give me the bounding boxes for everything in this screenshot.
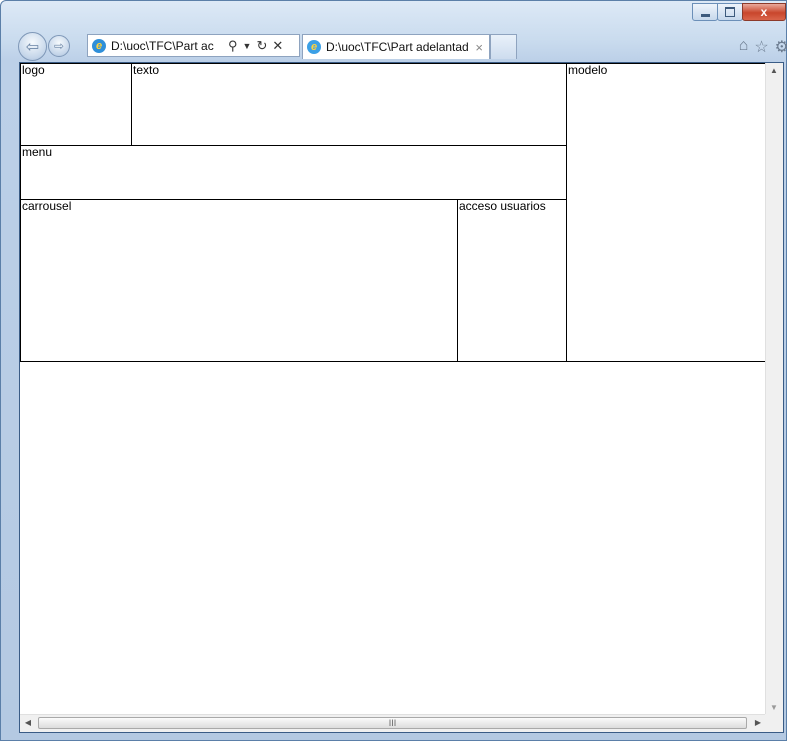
tab-active[interactable]: e D:\uoc\TFC\Part adelantad... × xyxy=(302,34,490,59)
tools-icon[interactable]: ⚙ xyxy=(775,37,787,57)
minimize-button[interactable] xyxy=(692,3,718,21)
home-icon[interactable]: ⌂ xyxy=(739,37,749,57)
modelo-label: modelo xyxy=(568,63,608,77)
scroll-down-icon[interactable]: ▼ xyxy=(766,703,782,712)
scroll-left-icon[interactable]: ◀ xyxy=(20,718,36,727)
page-content: logo texto menu carrousel acceso usuario… xyxy=(20,63,766,715)
scroll-grip: III xyxy=(388,718,397,728)
tab-close-icon[interactable]: × xyxy=(475,40,483,55)
toolbar-icons: ⌂ ☆ ⚙ xyxy=(733,37,787,57)
forward-button[interactable]: ⇨ xyxy=(48,35,70,57)
carrousel-box: carrousel xyxy=(20,199,458,362)
address-bar[interactable]: e D:\uoc\TFC\Part ac ⚲ ▼ ↻ ✕ xyxy=(87,34,300,57)
search-icon[interactable]: ⚲ xyxy=(228,38,238,54)
tab-title: D:\uoc\TFC\Part adelantad... xyxy=(326,40,470,54)
page-viewport: logo texto menu carrousel acceso usuario… xyxy=(19,62,784,733)
favorites-icon[interactable]: ☆ xyxy=(754,37,768,57)
browser-window: x ⇦ ⇨ e D:\uoc\TFC\Part ac ⚲ ▼ ↻ ✕ e D:\… xyxy=(0,0,787,741)
navigation-bar: ⇦ ⇨ e D:\uoc\TFC\Part ac ⚲ ▼ ↻ ✕ e D:\uo… xyxy=(18,31,787,61)
acceso-usuarios-label: acceso usuarios xyxy=(459,199,546,213)
new-tab-button[interactable] xyxy=(490,34,517,59)
forward-arrow-icon: ⇨ xyxy=(53,39,65,53)
address-actions: ⚲ ▼ ↻ ✕ xyxy=(228,38,288,54)
carrousel-label: carrousel xyxy=(22,199,72,213)
page-icon: e xyxy=(92,38,106,53)
horizontal-scroll-thumb[interactable]: III xyxy=(38,717,747,729)
scrollbar-corner xyxy=(765,714,783,732)
vertical-scrollbar[interactable]: ▲ ▼ xyxy=(765,63,783,715)
texto-label: texto xyxy=(133,63,160,77)
logo-box: logo xyxy=(20,63,132,146)
tab-page-icon: e xyxy=(307,40,321,54)
scroll-up-icon[interactable]: ▲ xyxy=(766,66,782,75)
address-text[interactable]: D:\uoc\TFC\Part ac xyxy=(111,39,226,53)
texto-box: texto xyxy=(131,63,567,146)
menu-box: menu xyxy=(20,145,567,200)
refresh-icon[interactable]: ↻ xyxy=(256,38,267,54)
maximize-icon xyxy=(725,7,735,17)
stop-icon[interactable]: ✕ xyxy=(272,38,283,54)
minimize-icon xyxy=(700,13,710,17)
back-arrow-icon: ⇦ xyxy=(25,38,40,56)
scroll-right-icon[interactable]: ▶ xyxy=(750,718,766,727)
close-icon: x xyxy=(760,5,768,19)
acceso-usuarios-box: acceso usuarios xyxy=(457,199,567,362)
back-button[interactable]: ⇦ xyxy=(18,32,47,61)
horizontal-scrollbar[interactable]: ◀ III ▶ xyxy=(20,714,766,732)
chevron-down-icon[interactable]: ▼ xyxy=(243,41,252,51)
window-controls: x xyxy=(692,3,786,23)
logo-label: logo xyxy=(22,63,45,77)
modelo-box: modelo xyxy=(566,63,766,362)
maximize-button[interactable] xyxy=(717,3,743,21)
menu-label: menu xyxy=(22,145,53,159)
close-window-button[interactable]: x xyxy=(742,3,786,21)
